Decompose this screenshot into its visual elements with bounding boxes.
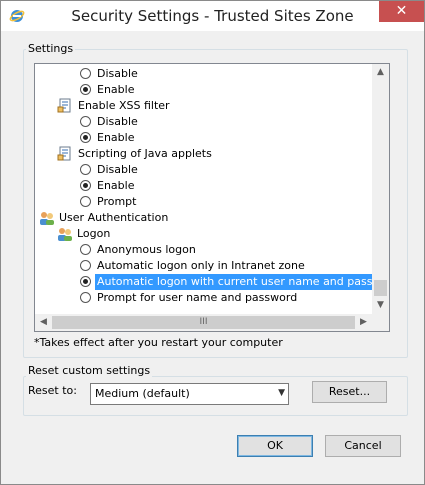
radio-label[interactable]: Automatic logon only in Intranet zone: [97, 258, 305, 274]
radio-option[interactable]: Disable: [35, 162, 372, 178]
restart-note: *Takes effect after you restart your com…: [34, 336, 283, 349]
radio-label[interactable]: Disable: [97, 114, 138, 130]
reset-level-select[interactable]: Medium (default) ▼: [90, 383, 289, 405]
radio-option[interactable]: Disable: [35, 114, 372, 130]
vertical-scrollbar[interactable]: ▲ ▼: [372, 64, 389, 314]
radio-checked[interactable]: [80, 84, 91, 95]
close-icon: ✕: [395, 3, 408, 19]
radio-unchecked[interactable]: [80, 116, 91, 127]
radio-option[interactable]: Prompt: [35, 194, 372, 210]
radio-option[interactable]: Enable: [35, 178, 372, 194]
radio-unchecked[interactable]: [80, 292, 91, 303]
chevron-down-icon: ▼: [278, 388, 285, 398]
scroll-right-arrow-icon[interactable]: ▶: [355, 314, 372, 331]
reset-to-label: Reset to:: [28, 384, 77, 397]
radio-label[interactable]: Disable: [97, 162, 138, 178]
radio-label[interactable]: Anonymous logon: [97, 242, 196, 258]
horizontal-scroll-thumb[interactable]: III: [52, 316, 355, 329]
radio-label[interactable]: Enable: [97, 178, 134, 194]
horizontal-scrollbar[interactable]: ◀ III ▶: [35, 314, 372, 331]
radio-option[interactable]: Automatic logon only in Intranet zone: [35, 258, 372, 274]
radio-option[interactable]: Enable: [35, 130, 372, 146]
reset-group-label: Reset custom settings: [26, 364, 153, 377]
radio-unchecked[interactable]: [80, 260, 91, 271]
radio-option[interactable]: Disable: [35, 66, 372, 82]
radio-checked[interactable]: [80, 180, 91, 191]
radio-option[interactable]: Anonymous logon: [35, 242, 372, 258]
setting-label: Enable XSS filter: [78, 99, 170, 112]
radio-option[interactable]: Enable: [35, 82, 372, 98]
security-settings-dialog: Security Settings - Trusted Sites Zone ✕…: [0, 0, 425, 485]
setting-node: Scripting of Java applets: [35, 146, 372, 162]
window-title: Security Settings - Trusted Sites Zone: [71, 7, 354, 25]
radio-label[interactable]: Enable: [97, 82, 134, 98]
radio-checked[interactable]: [80, 276, 91, 287]
scroll-up-arrow-icon[interactable]: ▲: [372, 64, 389, 81]
category-node: Logon: [35, 226, 372, 242]
radio-option[interactable]: Prompt for user name and password: [35, 290, 372, 306]
reset-level-value: Medium (default): [95, 387, 190, 400]
settings-page-icon: [57, 98, 73, 114]
radio-unchecked[interactable]: [80, 68, 91, 79]
users-icon: [39, 210, 55, 226]
radio-label[interactable]: Automatic logon with current user name a…: [95, 274, 389, 290]
cancel-button[interactable]: Cancel: [325, 435, 401, 457]
ok-button[interactable]: OK: [237, 435, 313, 457]
radio-label[interactable]: Prompt for user name and password: [97, 290, 297, 306]
radio-unchecked[interactable]: [80, 196, 91, 207]
radio-option[interactable]: Automatic logon with current user name a…: [35, 274, 389, 290]
vertical-scroll-thumb[interactable]: [374, 280, 387, 296]
reset-button[interactable]: Reset...: [312, 381, 387, 403]
scrollbar-corner: [372, 314, 389, 331]
close-button[interactable]: ✕: [379, 1, 424, 22]
radio-checked[interactable]: [80, 132, 91, 143]
settings-group-label: Settings: [26, 42, 76, 55]
setting-label: Scripting of Java applets: [78, 147, 212, 160]
radio-unchecked[interactable]: [80, 244, 91, 255]
scroll-down-arrow-icon[interactable]: ▼: [372, 297, 389, 314]
radio-label[interactable]: Disable: [97, 66, 138, 82]
settings-tree[interactable]: Prompt for user name and password Automat…: [34, 63, 390, 332]
category-label: User Authentication: [59, 211, 169, 224]
radio-label[interactable]: Enable: [97, 130, 134, 146]
scroll-grip: III: [199, 317, 208, 327]
settings-page-icon: [57, 146, 73, 162]
title-bar: Security Settings - Trusted Sites Zone ✕: [1, 1, 424, 31]
radio-unchecked[interactable]: [80, 164, 91, 175]
scroll-left-arrow-icon[interactable]: ◀: [35, 314, 52, 331]
users-icon: [57, 226, 73, 242]
setting-node: Enable XSS filter: [35, 98, 372, 114]
subcategory-label: Logon: [77, 227, 111, 240]
category-node: User Authentication: [35, 210, 372, 226]
radio-label[interactable]: Prompt: [97, 194, 136, 210]
